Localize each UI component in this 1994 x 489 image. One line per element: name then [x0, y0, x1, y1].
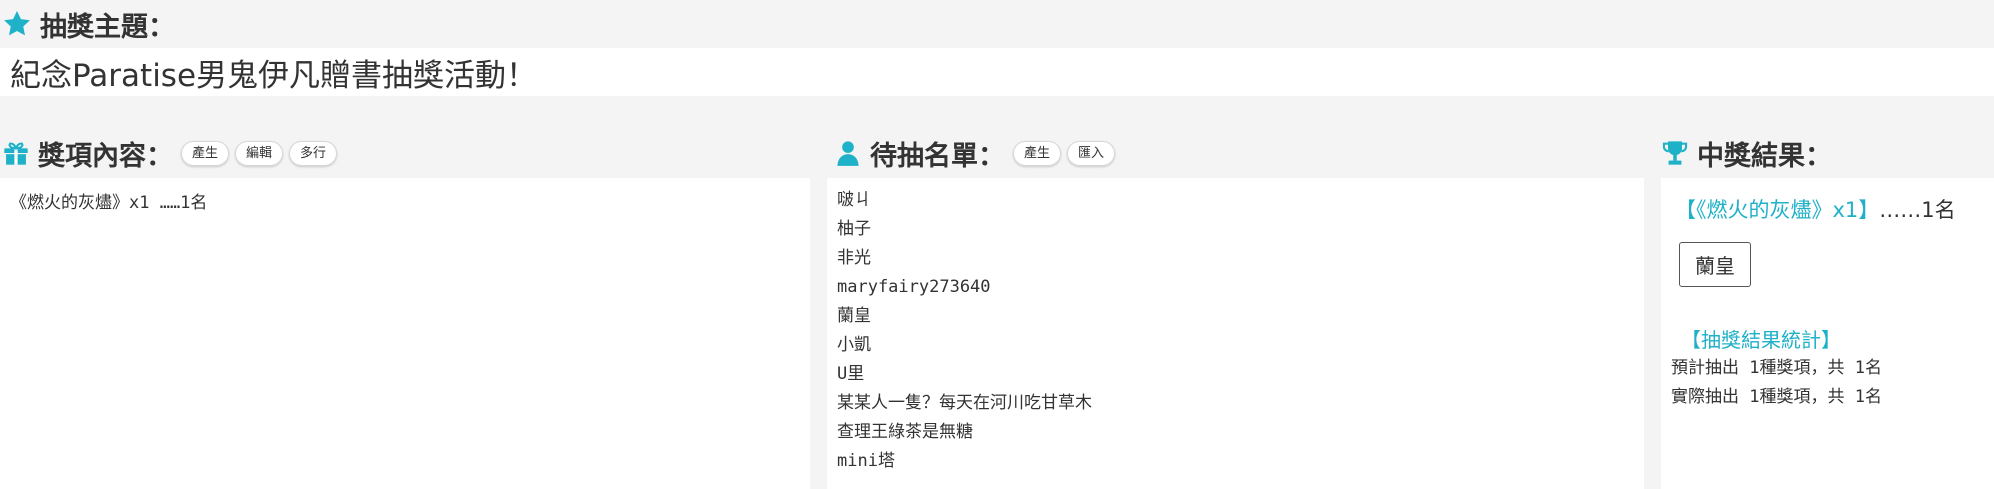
prizes-textarea[interactable]: 《燃火的灰燼》x1 ……1名: [0, 178, 810, 489]
prizes-content[interactable]: 《燃火的灰燼》x1 ……1名: [10, 188, 207, 213]
candidate-item: 啵ㄐ: [837, 190, 871, 210]
topic-field[interactable]: 紀念Paratise男鬼伊凡贈書抽獎活動！: [0, 48, 1994, 96]
candidates-title: 待抽名單：: [870, 140, 1005, 172]
stats-actual: 實際抽出 1種獎項，共 1名: [1671, 387, 1882, 407]
candidate-item: maryfairy273640: [837, 277, 991, 297]
candidate-item: U里: [837, 364, 865, 384]
results-panel: 【《燃火的灰燼》x1】……1名 蘭皇 【抽獎結果統計】 預計抽出 1種獎項，共 …: [1661, 178, 1994, 489]
user-icon: [837, 141, 859, 166]
prizes-edit-button[interactable]: 編輯: [235, 140, 284, 166]
gift-icon: [4, 142, 28, 165]
candidate-item: 某某人一隻？每天在河川吃甘草木: [837, 393, 1092, 413]
stats-planned: 預計抽出 1種獎項，共 1名: [1671, 358, 1882, 378]
star-icon: [4, 10, 30, 36]
trophy-icon: [1662, 141, 1688, 165]
candidate-item: 柚子: [837, 219, 871, 239]
prizes-title: 獎項內容：: [38, 140, 173, 172]
candidates-generate-button[interactable]: 產生: [1013, 140, 1062, 166]
candidate-item: 查理王綠茶是無糖: [837, 422, 973, 442]
candidates-textarea[interactable]: 啵ㄐ 柚子 非光 maryfairy273640 蘭皇 小凱 U里 某某人一隻？…: [827, 178, 1644, 489]
stats-title: 【抽獎結果統計】: [1681, 328, 1841, 352]
winner-button[interactable]: 蘭皇: [1679, 242, 1751, 287]
candidate-item: mini塔: [837, 451, 895, 471]
results-header: 中獎結果：: [1661, 133, 1840, 173]
prizes-header: 獎項內容： 產生 編輯 多行: [2, 133, 343, 173]
candidate-item: 蘭皇: [837, 306, 871, 326]
result-prize-line: 【《燃火的灰燼》x1】……1名: [1675, 194, 1956, 224]
candidates-import-button[interactable]: 匯入: [1067, 140, 1116, 166]
candidate-list: 啵ㄐ 柚子 非光 maryfairy273640 蘭皇 小凱 U里 某某人一隻？…: [837, 186, 1092, 476]
candidate-item: 非光: [837, 248, 871, 268]
topic-label: 抽獎主題：: [40, 11, 175, 43]
result-prize-name: 【《燃火的灰燼》x1】: [1675, 198, 1880, 222]
stats-list: 預計抽出 1種獎項，共 1名 實際抽出 1種獎項，共 1名: [1671, 354, 1882, 412]
topic-value[interactable]: 紀念Paratise男鬼伊凡贈書抽獎活動！: [10, 50, 537, 95]
candidate-item: 小凱: [837, 335, 871, 355]
candidates-header: 待抽名單： 產生 匯入: [834, 133, 1121, 173]
prizes-multiline-button[interactable]: 多行: [289, 140, 338, 166]
result-prize-count: ……1名: [1879, 198, 1956, 222]
prizes-generate-button[interactable]: 產生: [181, 140, 230, 166]
topic-header: 抽獎主題：: [0, 5, 175, 43]
results-title: 中獎結果：: [1697, 140, 1832, 172]
